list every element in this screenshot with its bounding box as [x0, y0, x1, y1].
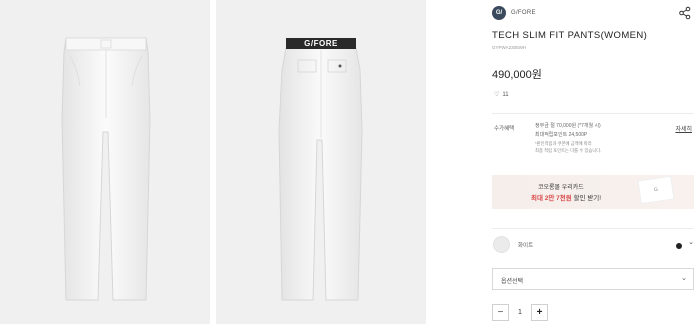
product-title: TECH SLIM FIT PANTS(WOMEN): [492, 30, 648, 41]
brand-row[interactable]: G/ G/FORE: [492, 4, 692, 22]
benefit-line-1: 정부금 절 70,000원 (*7개월 시): [535, 123, 601, 129]
product-image-back[interactable]: G/FORE: [216, 0, 426, 324]
banner-highlight: 최대 2만 7천원: [531, 195, 572, 202]
credit-card-image: G: [637, 175, 675, 205]
product-gallery: G/FORE: [0, 0, 485, 324]
brand-logo: G/: [492, 6, 506, 20]
product-image-front[interactable]: [0, 0, 210, 324]
benefit-line-4: 최종 적립 포인트는 다를 수 있습니다.: [535, 148, 602, 153]
benefit-line-2: 최대적립포인트 24,500P: [535, 132, 588, 138]
option-select[interactable]: 옵션선택 ⌄: [492, 268, 694, 290]
like-button[interactable]: ♡ 11: [494, 91, 509, 99]
benefit-more-link[interactable]: 자세히: [675, 124, 692, 133]
brand-name[interactable]: G/FORE: [511, 10, 536, 16]
waistband-logo: G/FORE: [304, 39, 338, 48]
chevron-down-icon: ⌄: [681, 275, 687, 282]
share-icon[interactable]: [678, 6, 692, 20]
like-count: 11: [502, 91, 509, 98]
benefit-label: 수가혜택: [494, 126, 515, 132]
banner-suffix: 할인 받기!: [571, 195, 602, 202]
product-sku: GYPWA2305WH: [492, 45, 527, 50]
quantity-stepper[interactable]: − 1 +: [492, 304, 548, 321]
quantity-plus-button[interactable]: +: [531, 304, 548, 321]
option-placeholder: 옵션선택: [501, 279, 524, 285]
benefit-line-3: *판인적립과 쿠폰에 금액에 따라: [535, 141, 592, 146]
quantity-value[interactable]: 1: [509, 304, 531, 321]
pants-front-illustration: [61, 37, 151, 301]
color-name: 화이트: [518, 243, 534, 249]
color-selector[interactable]: 화이트 ⌄: [492, 236, 694, 256]
heart-icon: ♡: [494, 92, 500, 98]
product-price: 490,000원: [492, 69, 542, 81]
card-promo-banner[interactable]: 코오롱몰 우리카드 최대 2만 7천원 할인 받기! G: [492, 175, 694, 209]
selected-color-dot: [676, 243, 682, 249]
chevron-down-icon[interactable]: ⌄: [688, 238, 694, 246]
divider: [492, 228, 694, 229]
banner-line-1: 코오롱몰 우리카드: [538, 185, 584, 191]
banner-line-2: 최대 2만 7천원 할인 받기!: [531, 192, 601, 202]
quantity-minus-button[interactable]: −: [492, 304, 509, 321]
color-swatch[interactable]: [493, 236, 510, 253]
product-info-panel: G/ G/FORE TECH SLIM FIT PANTS(WOMEN) GYP…: [485, 0, 700, 324]
benefit-details: 정부금 절 70,000원 (*7개월 시) 최대적립포인트 24,500P *…: [535, 122, 660, 154]
divider: [492, 113, 694, 114]
